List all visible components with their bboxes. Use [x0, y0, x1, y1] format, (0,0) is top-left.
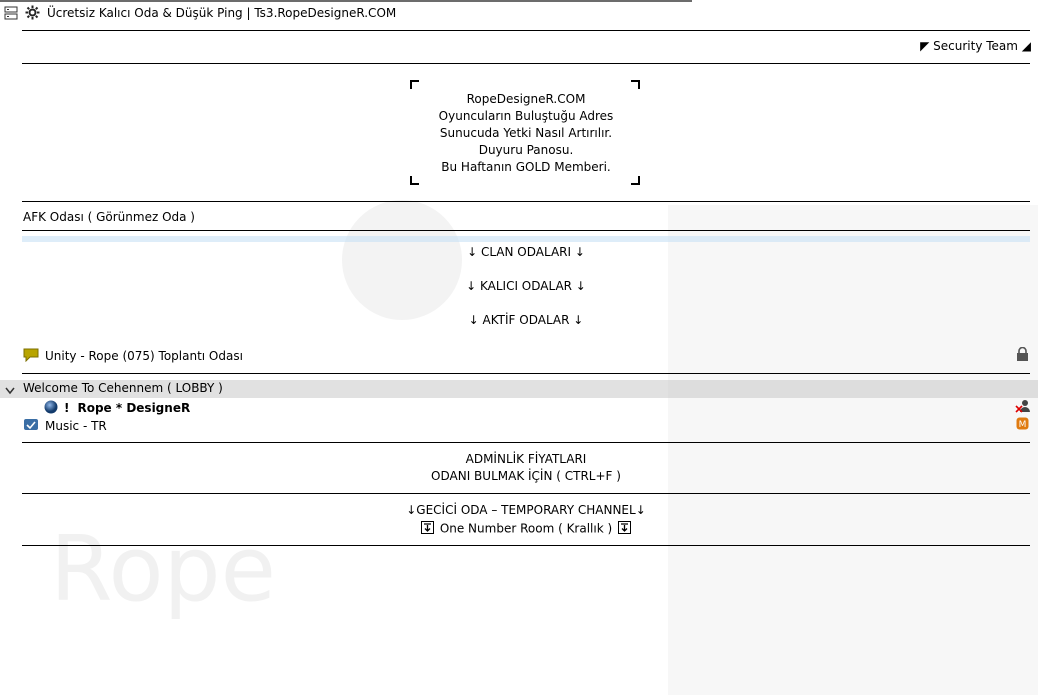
spacer-aktif[interactable]: ↓ AKTİF ODALAR ↓ [22, 313, 1030, 327]
banner-line[interactable]: Oyuncuların Buluştuğu Adres [22, 109, 1030, 123]
separator [22, 493, 1030, 494]
badge-icon: M [1016, 417, 1029, 433]
channel-unity[interactable]: Unity - Rope (075) Toplantı Odası [23, 348, 243, 365]
muted-user-icon [1015, 399, 1031, 416]
channel-one-number[interactable]: One Number Room ( Krallık ) [22, 521, 1030, 537]
banner-line[interactable]: Bu Haftanın GOLD Memberi. [22, 160, 1030, 174]
separator [22, 201, 1030, 202]
selection-hint [22, 236, 1030, 242]
channel-afk[interactable]: AFK Odası ( Görünmez Oda ) [23, 210, 195, 224]
channel-music[interactable]: Music - TR [23, 418, 107, 435]
spacer-kalici[interactable]: ↓ KALICI ODALAR ↓ [22, 279, 1030, 293]
separator [22, 230, 1030, 231]
svg-text:M: M [1019, 420, 1027, 430]
channel-lobby[interactable]: Welcome To Cehennem ( LOBBY ) [23, 381, 223, 395]
spacer-adminlik[interactable]: ADMİNLİK FİYATLARI [22, 452, 1030, 466]
separator [22, 442, 1030, 443]
chevron-down-icon[interactable] [5, 384, 15, 398]
gear-icon [25, 5, 40, 23]
server-icon [4, 6, 18, 23]
separator [22, 373, 1030, 374]
title-bar: Ücretsiz Kalıcı Oda & Düşük Ping | Ts3.R… [0, 0, 1038, 26]
channel-icon [23, 418, 39, 435]
spacer-security-team[interactable]: ◤ Security Team ◢ [920, 39, 1031, 53]
server-title[interactable]: Ücretsiz Kalıcı Oda & Düşük Ping | Ts3.R… [47, 6, 396, 20]
banner-line[interactable]: Duyuru Panosu. [22, 143, 1030, 157]
arrow-box-icon [420, 521, 434, 537]
lock-icon [1016, 346, 1029, 364]
spacer-odani-bul[interactable]: ODANI BULMAK İÇİN ( CTRL+F ) [22, 469, 1030, 483]
banner-line[interactable]: RopeDesigneR.COM [22, 92, 1030, 106]
separator [22, 545, 1030, 546]
spacer-gecici[interactable]: ↓GECİCİ ODA – TEMPORARY CHANNEL↓ [22, 503, 1030, 517]
user-entry[interactable]: ! Rope * DesigneR [44, 400, 190, 417]
status-orb-icon [44, 400, 58, 417]
arrow-box-icon [618, 521, 632, 537]
spacer-clan[interactable]: ↓ CLAN ODALARI ↓ [22, 245, 1030, 259]
banner-line[interactable]: Sunucuda Yetki Nasıl Artırılır. [22, 126, 1030, 140]
separator [22, 63, 1030, 64]
chat-bubble-icon [23, 348, 39, 365]
separator [22, 30, 1030, 31]
